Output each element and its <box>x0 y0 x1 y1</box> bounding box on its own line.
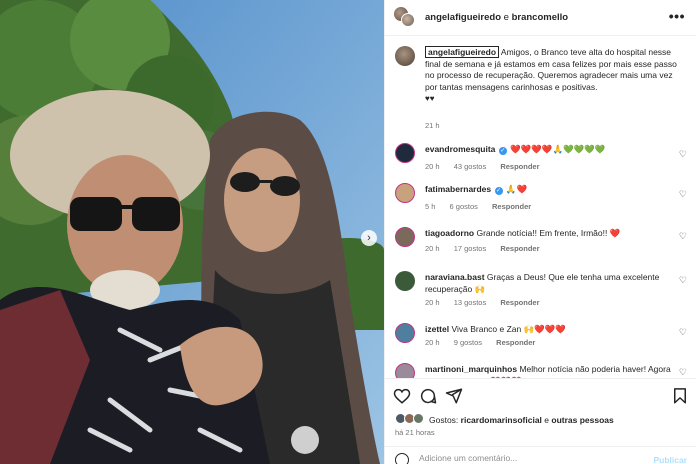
reply-button[interactable]: Responder <box>496 338 535 347</box>
comment-body: Viva Branco e Zan 🙌❤️❤️❤️ <box>451 324 566 334</box>
comment-icon[interactable] <box>419 387 437 405</box>
post-time: há 21 horas <box>395 428 435 437</box>
like-comment-heart-icon[interactable]: ♡ <box>679 327 687 338</box>
likes-others[interactable]: outras pessoas <box>551 415 613 425</box>
comment-username[interactable]: izettel <box>425 324 449 334</box>
comment-username[interactable]: fatimabernardes <box>425 184 491 194</box>
comment-meta: 5 h 6 gostos Responder <box>425 202 543 211</box>
emoji-icon[interactable] <box>395 453 409 464</box>
avatar[interactable] <box>395 46 415 66</box>
reply-button[interactable]: Responder <box>492 202 531 211</box>
comment-time: 20 h <box>425 338 440 347</box>
authors-joiner: e <box>501 12 512 23</box>
post-photo[interactable]: › <box>0 0 384 464</box>
comment-input[interactable] <box>419 453 619 463</box>
add-comment-bar: Publicar <box>385 446 696 464</box>
publish-button[interactable]: Publicar <box>653 455 687 464</box>
comment-text: fatimabernardes ✓ 🙏❤️ <box>425 184 673 196</box>
comment-likes[interactable]: 6 gostos <box>450 202 478 211</box>
share-icon[interactable] <box>445 387 463 405</box>
comment-text: naraviana.bast Graças a Deus! Que ele te… <box>425 272 673 295</box>
like-comment-heart-icon[interactable]: ♡ <box>679 367 687 378</box>
like-comment-heart-icon[interactable]: ♡ <box>679 189 687 200</box>
likes-summary: Gostos: ricardomarinsoficial e outras pe… <box>385 408 696 428</box>
like-comment-heart-icon[interactable]: ♡ <box>679 149 687 160</box>
comment-text: martinoni_marquinhos Melhor notícia não … <box>425 364 673 378</box>
caption-text-block: angelafigueiredo Amigos, o Branco teve a… <box>425 46 687 105</box>
comment-body: 🙏❤️ <box>505 184 528 194</box>
avatar[interactable] <box>395 183 415 203</box>
avatar <box>413 413 424 424</box>
comment-likes[interactable]: 9 gostos <box>454 338 482 347</box>
caption-time: 21 h <box>425 121 440 130</box>
avatar[interactable] <box>395 271 415 291</box>
comment-time: 20 h <box>425 162 440 171</box>
comment-time: 20 h <box>425 298 440 307</box>
verified-badge-icon: ✓ <box>494 187 503 195</box>
list-item: naraviana.bast Graças a Deus! Que ele te… <box>385 266 696 312</box>
reply-button[interactable]: Responder <box>500 244 539 253</box>
comment-likes[interactable]: 43 gostos <box>454 162 487 171</box>
likes-text[interactable]: Gostos: ricardomarinsoficial e outras pe… <box>429 415 614 425</box>
carousel-next-button[interactable]: › <box>361 230 377 246</box>
comment-text: evandromesquita ✓ ❤️❤️❤️❤️🙏💚💚💚💚 <box>425 144 673 156</box>
likes-joiner: e <box>541 415 552 425</box>
photo-image <box>0 0 384 464</box>
comment-meta: 20 h 13 gostos Responder <box>425 298 552 307</box>
list-item: martinoni_marquinhos Melhor notícia não … <box>385 358 696 378</box>
reply-button[interactable]: Responder <box>500 162 539 171</box>
like-comment-heart-icon[interactable]: ♡ <box>679 231 687 242</box>
comment-meta: 20 h 9 gostos Responder <box>425 338 547 347</box>
avatar[interactable] <box>395 363 415 378</box>
comment-body: ❤️❤️❤️❤️🙏💚💚💚💚 <box>510 144 606 154</box>
list-item: tiagoadorno Grande notícia!! Em frente, … <box>385 222 696 268</box>
heart-icon[interactable] <box>393 387 411 405</box>
more-options-icon[interactable]: ••• <box>669 8 685 24</box>
comment-likes[interactable]: 13 gostos <box>454 298 487 307</box>
avatar[interactable] <box>395 227 415 247</box>
comment-likes[interactable]: 17 gostos <box>454 244 487 253</box>
comment-username[interactable]: martinoni_marquinhos <box>425 364 517 374</box>
comment-body: Grande notícia!! Em frente, Irmão!! ❤️ <box>476 228 621 238</box>
bookmark-icon[interactable] <box>671 387 689 405</box>
comment-username[interactable]: tiagoadorno <box>425 228 474 238</box>
coauthor-username[interactable]: brancomello <box>512 12 569 23</box>
caption-username[interactable]: angelafigueiredo <box>425 46 500 58</box>
post-header: angelafigueiredo e brancomello ••• <box>385 0 696 36</box>
verified-badge-icon: ✓ <box>498 147 507 155</box>
avatar[interactable] <box>395 143 415 163</box>
comment-username[interactable]: evandromesquita <box>425 144 495 154</box>
comment-text: tiagoadorno Grande notícia!! Em frente, … <box>425 228 673 240</box>
comment-meta: 20 h 43 gostos Responder <box>425 162 552 171</box>
comment-list: evandromesquita ✓ ❤️❤️❤️❤️🙏💚💚💚💚 20 h 43 … <box>385 138 696 378</box>
comment-text: izettel Viva Branco e Zan 🙌❤️❤️❤️ <box>425 324 673 336</box>
author-username[interactable]: angelafigueiredo <box>425 12 501 23</box>
comment-meta: 20 h 17 gostos Responder <box>425 244 552 253</box>
post-authors: angelafigueiredo e brancomello <box>425 12 568 23</box>
caption-hearts: ♥♥ <box>425 94 435 103</box>
comment-username[interactable]: naraviana.bast <box>425 272 485 282</box>
reply-button[interactable]: Responder <box>500 298 539 307</box>
list-item: fatimabernardes ✓ 🙏❤️ 5 h 6 gostos Respo… <box>385 178 696 224</box>
like-comment-heart-icon[interactable]: ♡ <box>679 275 687 286</box>
liker-username[interactable]: ricardomarinsoficial <box>461 415 542 425</box>
avatar[interactable] <box>401 13 415 27</box>
comment-time: 5 h <box>425 202 436 211</box>
comment-time: 20 h <box>425 244 440 253</box>
likes-prefix: Gostos: <box>429 415 461 425</box>
post-side-panel: angelafigueiredo e brancomello ••• angel… <box>384 0 696 464</box>
avatar[interactable] <box>395 323 415 343</box>
